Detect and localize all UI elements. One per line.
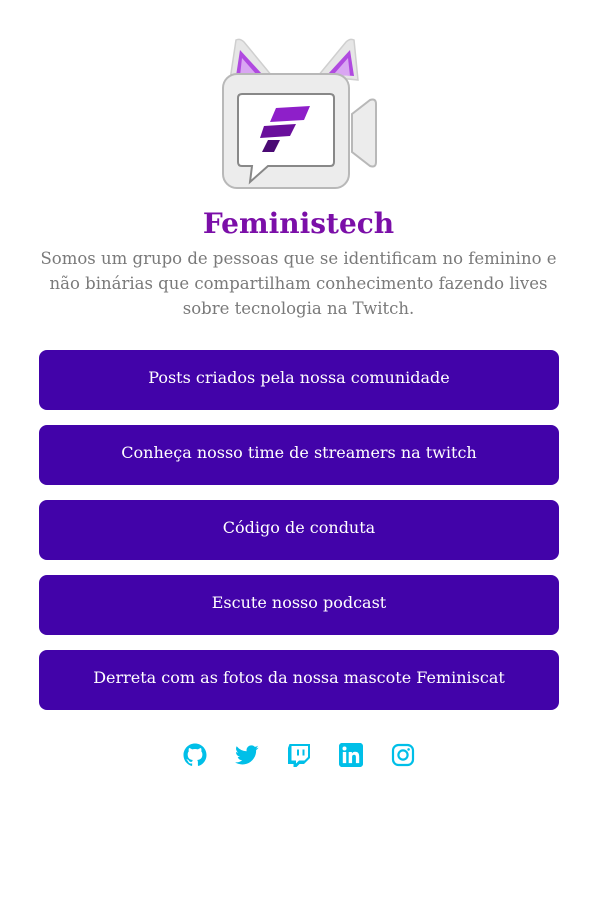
linkedin-link[interactable] (338, 742, 363, 768)
twitch-icon (287, 744, 310, 767)
page-title: Feministech (202, 207, 395, 240)
camera-cat-ears-logo-icon (222, 38, 377, 189)
streamers-link-button[interactable]: Conheça nosso time de streamers na twitc… (39, 425, 559, 485)
instagram-link[interactable] (391, 742, 415, 768)
podcast-link-button[interactable]: Escute nosso podcast (39, 575, 559, 635)
link-page: Feministech Somos um grupo de pessoas qu… (0, 0, 597, 916)
code-of-conduct-link-button[interactable]: Código de conduta (39, 500, 559, 560)
twitter-link[interactable] (234, 742, 259, 768)
feministech-logo (218, 36, 383, 194)
social-links (0, 742, 597, 768)
page-description: Somos um grupo de pessoas que se identif… (40, 249, 557, 318)
posts-link-button[interactable]: Posts criados pela nossa comunidade (39, 350, 559, 410)
linkedin-icon (338, 743, 363, 767)
github-icon (183, 743, 207, 766)
twitch-link[interactable] (287, 742, 311, 768)
instagram-icon (391, 743, 414, 767)
twitter-icon (234, 745, 259, 765)
link-list: Posts criados pela nossa comunidade Conh… (39, 350, 559, 725)
github-link[interactable] (183, 742, 207, 768)
feminiscat-link-button[interactable]: Derreta com as fotos da nossa mascote Fe… (39, 650, 559, 710)
